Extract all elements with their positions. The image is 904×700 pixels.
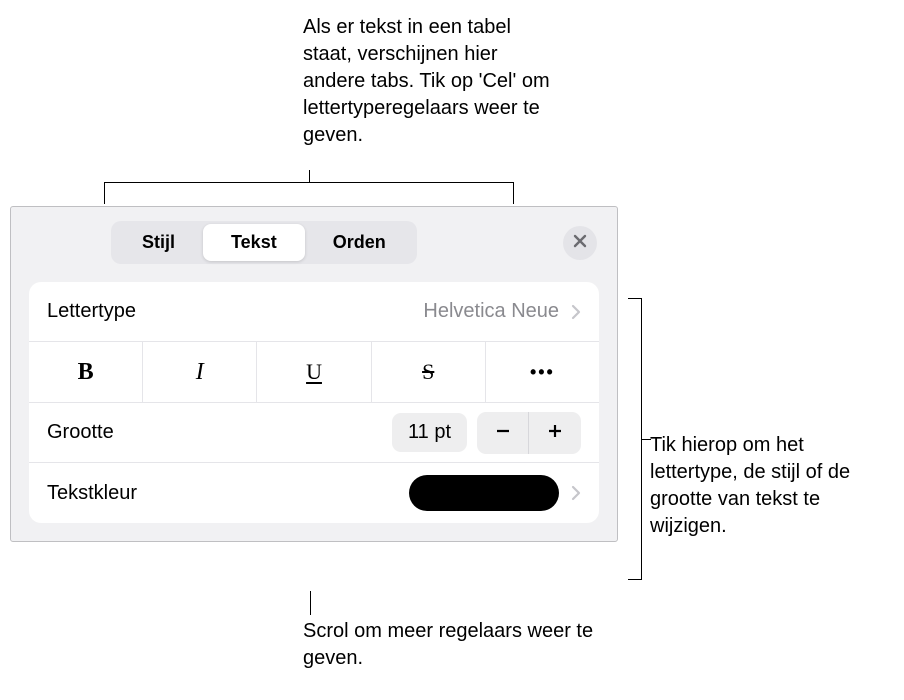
- size-value-button[interactable]: 11 pt: [392, 413, 467, 452]
- annotation-scroll-hint: Scrol om meer regelaars weer te geven.: [303, 618, 603, 672]
- annotation-font-controls: Tik hierop om het lettertype, de stijl o…: [650, 432, 890, 540]
- font-label: Lettertype: [47, 300, 136, 323]
- plus-icon: [546, 422, 564, 443]
- tab-segmented-control: Stijl Tekst Orden: [111, 221, 417, 264]
- tab-arrange[interactable]: Orden: [305, 224, 414, 261]
- text-color-label: Tekstkleur: [47, 482, 137, 505]
- size-stepper: [477, 412, 581, 454]
- format-panel: Stijl Tekst Orden Lettertype Helvetica N…: [10, 206, 618, 542]
- underline-button[interactable]: U: [257, 342, 371, 402]
- size-increase-button[interactable]: [529, 412, 581, 454]
- size-label: Grootte: [47, 421, 114, 444]
- strikethrough-button[interactable]: S: [372, 342, 486, 402]
- bold-icon: B: [78, 359, 94, 386]
- annotation-tabs: Als er tekst in een tabel staat, verschi…: [303, 14, 563, 149]
- bold-button[interactable]: B: [29, 342, 143, 402]
- tab-style[interactable]: Stijl: [114, 224, 203, 261]
- font-row[interactable]: Lettertype Helvetica Neue: [29, 282, 599, 342]
- text-color-swatch[interactable]: [409, 475, 559, 511]
- size-controls: 11 pt: [392, 412, 581, 454]
- text-color-row[interactable]: Tekstkleur: [29, 463, 599, 523]
- more-styles-button[interactable]: •••: [486, 342, 599, 402]
- font-value: Helvetica Neue: [423, 300, 559, 323]
- text-style-row: B I U S •••: [29, 342, 599, 403]
- callout-line-bottom: [310, 591, 311, 615]
- minus-icon: [494, 422, 512, 443]
- strikethrough-icon: S: [422, 359, 434, 385]
- underline-icon: U: [306, 359, 322, 385]
- close-button[interactable]: [563, 226, 597, 260]
- tab-text[interactable]: Tekst: [203, 224, 305, 261]
- close-icon: [573, 234, 587, 251]
- callout-bracket-right: [628, 298, 642, 580]
- chevron-right-icon: [571, 485, 581, 501]
- callout-bracket-top: [104, 182, 514, 204]
- size-row: Grootte 11 pt: [29, 403, 599, 463]
- italic-icon: I: [196, 359, 204, 386]
- chevron-right-icon: [571, 304, 581, 320]
- text-settings-card: Lettertype Helvetica Neue B I U S •••: [29, 282, 599, 523]
- panel-tabbar: Stijl Tekst Orden: [11, 207, 617, 278]
- more-icon: •••: [530, 362, 555, 383]
- italic-button[interactable]: I: [143, 342, 257, 402]
- size-decrease-button[interactable]: [477, 412, 529, 454]
